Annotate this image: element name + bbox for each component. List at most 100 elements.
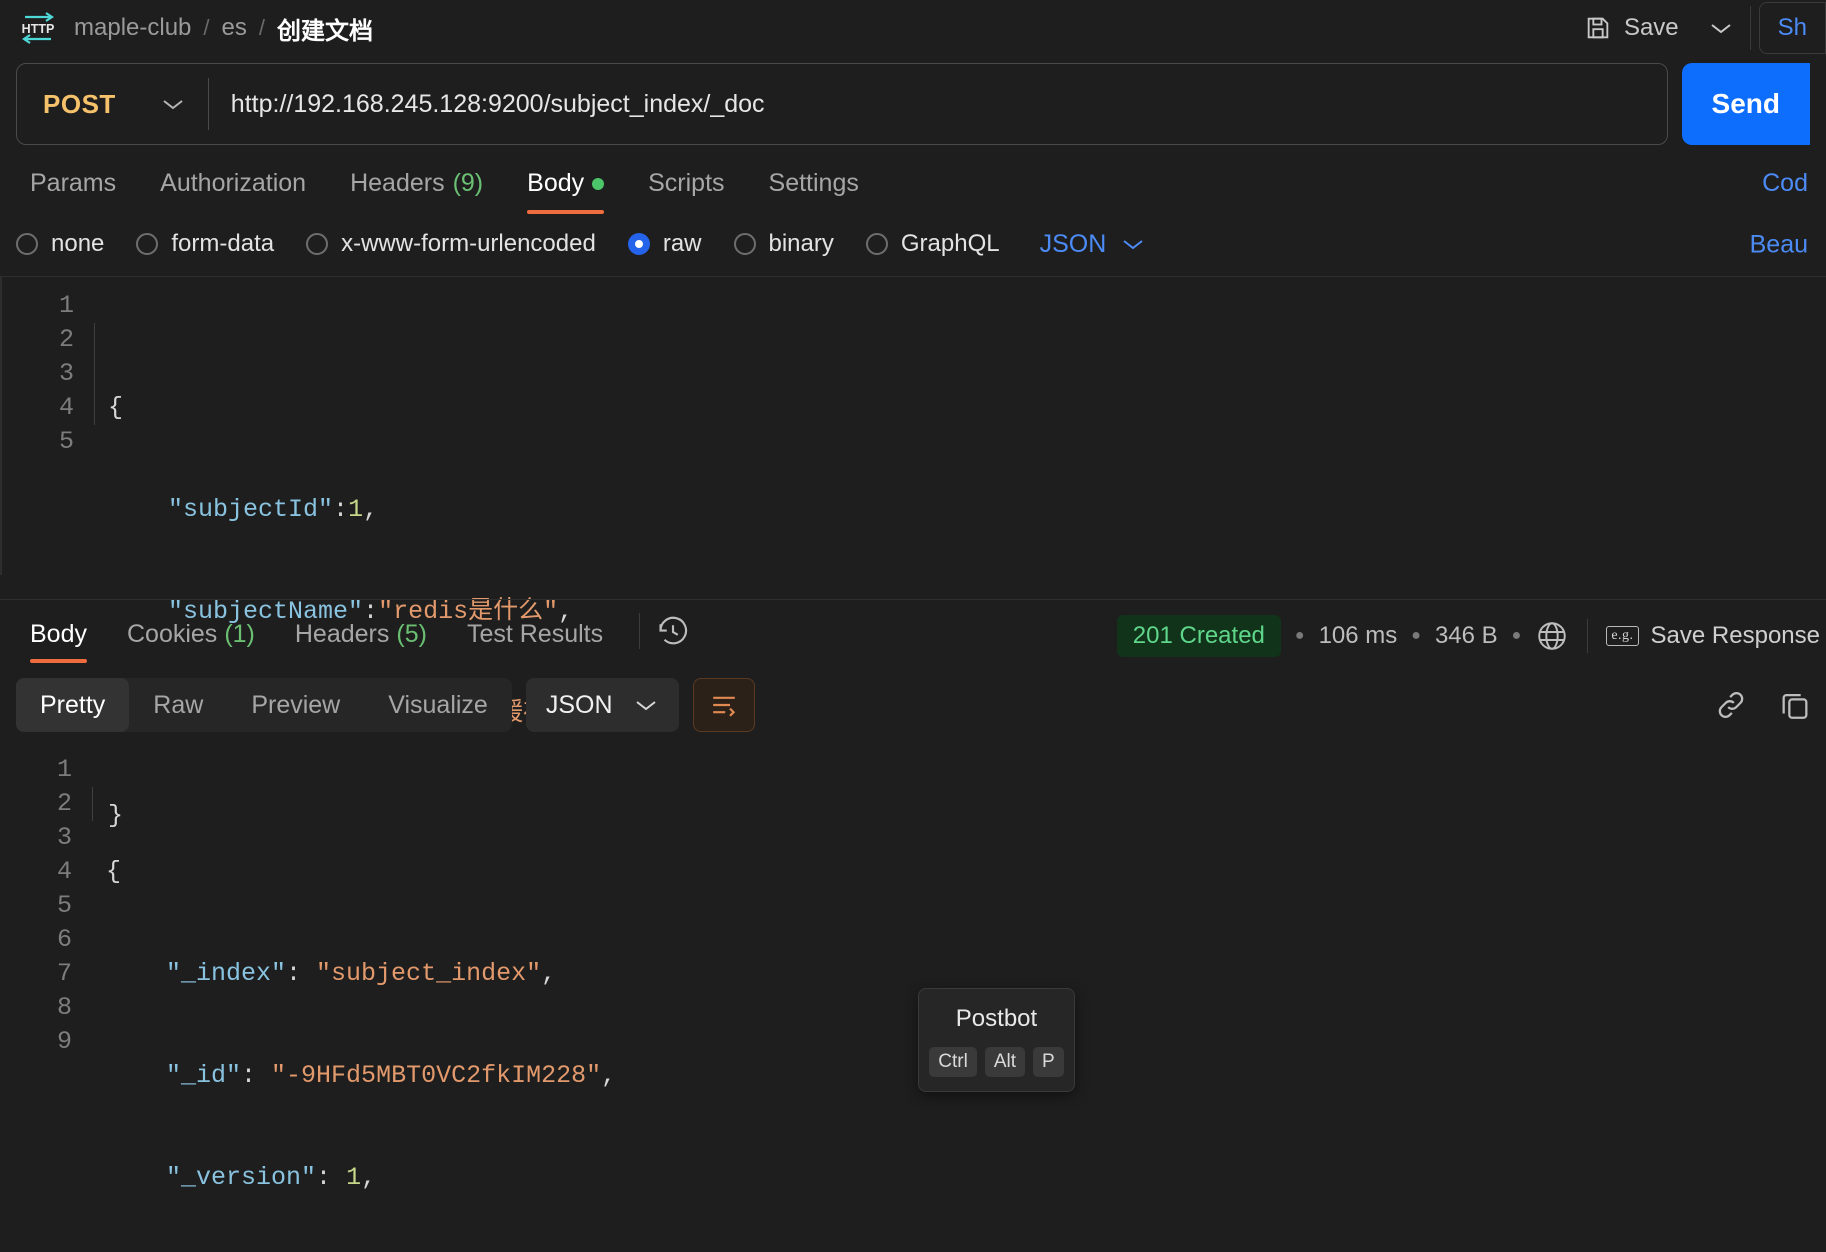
line-number: 5 [58, 427, 74, 456]
title-bar-actions: Save Sh [1570, 0, 1826, 56]
breadcrumb-collection[interactable]: es [222, 14, 247, 42]
breadcrumb-workspace[interactable]: maple-club [74, 14, 191, 42]
code-line: { [106, 857, 122, 886]
chevron-down-icon [633, 697, 659, 713]
view-mode-visualize-label: Visualize [388, 690, 488, 719]
breadcrumb: maple-club / es / 创建文档 [74, 11, 373, 46]
send-button[interactable]: Send [1681, 63, 1810, 145]
response-meta: 201 Created ● 106 ms ● 346 B ● e.g. Save… [1116, 615, 1826, 657]
postbot-tooltip[interactable]: Postbot Ctrl Alt P [918, 988, 1075, 1092]
response-view-modes: Pretty Raw Preview Visualize [16, 678, 512, 732]
response-tab-headers-label: Headers [294, 619, 390, 648]
copy-link-icon[interactable] [1714, 688, 1748, 722]
radio-icon [136, 233, 159, 255]
code-line: "subjectId":1, [108, 495, 379, 524]
method-selector[interactable]: POST [17, 64, 208, 144]
body-type-form-data[interactable]: form-data [136, 230, 274, 258]
url-input[interactable]: http://192.168.245.128:9200/subject_inde… [209, 90, 1667, 119]
body-type-raw[interactable]: raw [627, 230, 702, 258]
example-eg-icon: e.g. [1606, 626, 1639, 646]
shortcut-key-p: P [1033, 1047, 1064, 1077]
request-tabs: Params Authorization Headers (9) Body Sc… [0, 152, 1826, 214]
body-type-form-data-label: form-data [171, 230, 275, 257]
request-body-editor[interactable]: 1 2 3 4 5 { "subjectId":1, "subjectName"… [0, 277, 1826, 830]
save-button[interactable]: Save [1570, 6, 1693, 50]
response-tab-test-results[interactable]: Test Results [447, 607, 623, 663]
response-line-numbers: 1 2 3 4 5 6 7 8 9 [0, 753, 92, 1073]
body-type-binary[interactable]: binary [733, 230, 834, 258]
title-bar: HTTP maple-club / es / 创建文档 Save Sh [0, 0, 1826, 56]
fold-guide [92, 787, 93, 821]
response-language-dropdown[interactable]: JSON [525, 678, 679, 732]
response-tab-cookies[interactable]: Cookies (1) [107, 607, 275, 663]
response-tabs-divider [639, 612, 641, 649]
response-tab-cookies-count: (1) [224, 619, 255, 648]
response-view-bar: Pretty Raw Preview Visualize JSON [0, 669, 1826, 743]
line-number: 5 [56, 891, 72, 920]
status-badge: 201 Created [1116, 615, 1281, 657]
view-mode-visualize[interactable]: Visualize [364, 678, 512, 732]
body-type-graphql-label: GraphQL [900, 230, 1000, 257]
line-number: 3 [56, 823, 72, 852]
response-body-editor[interactable]: 1 2 3 4 5 6 7 8 9 { "_index": "subject_i… [0, 743, 1826, 1192]
body-type-urlencoded[interactable]: x-www-form-urlencoded [306, 230, 596, 258]
radio-icon [733, 233, 756, 255]
code-line: "_index": "subject_index", [106, 959, 557, 988]
breadcrumb-separator-1: / [203, 15, 210, 40]
view-mode-pretty[interactable]: Pretty [16, 678, 130, 732]
share-button-label: Sh [1777, 14, 1807, 41]
save-options-dropdown[interactable] [1693, 6, 1751, 50]
svg-text:HTTP: HTTP [22, 22, 55, 36]
line-number: 8 [56, 993, 72, 1022]
breadcrumb-request-name[interactable]: 创建文档 [277, 11, 373, 46]
tab-headers-label: Headers [350, 169, 445, 197]
tab-headers[interactable]: Headers (9) [328, 169, 505, 214]
shortcut-key-ctrl: Ctrl [929, 1047, 977, 1077]
response-tab-body-label: Body [30, 619, 87, 648]
wrap-lines-icon [709, 693, 739, 717]
line-number: 1 [58, 291, 74, 320]
line-number: 6 [56, 925, 72, 954]
response-history-icon[interactable] [656, 615, 690, 649]
response-language-label: JSON [545, 690, 613, 719]
method-label: POST [43, 88, 116, 119]
request-code-lines[interactable]: { "subjectId":1, "subjectName":"redis是什么… [94, 289, 1826, 830]
code-snippet-link[interactable]: Cod [1762, 169, 1808, 198]
view-mode-raw[interactable]: Raw [129, 678, 227, 732]
breadcrumb-separator-2: / [258, 15, 265, 40]
line-number: 9 [56, 1027, 72, 1056]
copy-to-clipboard-icon[interactable] [1778, 688, 1812, 722]
line-number: 2 [56, 789, 72, 818]
response-view-actions [1714, 688, 1812, 722]
chevron-down-icon [160, 96, 186, 112]
tab-authorization[interactable]: Authorization [138, 169, 328, 214]
body-type-urlencoded-label: x-www-form-urlencoded [341, 230, 596, 257]
http-request-icon: HTTP [18, 8, 60, 48]
meta-dot-icon: ● [1511, 627, 1522, 644]
body-language-label: JSON [1039, 229, 1107, 258]
body-type-raw-label: raw [662, 230, 702, 257]
tab-settings[interactable]: Settings [747, 169, 881, 214]
view-mode-preview[interactable]: Preview [227, 678, 364, 732]
body-language-dropdown[interactable]: JSON [1040, 230, 1147, 259]
tab-scripts[interactable]: Scripts [626, 169, 746, 214]
save-response-button[interactable]: e.g. Save Response [1606, 622, 1826, 650]
view-mode-preview-label: Preview [251, 690, 341, 719]
tab-params-label: Params [30, 169, 117, 197]
tab-params[interactable]: Params [16, 169, 138, 214]
response-tab-headers[interactable]: Headers (5) [275, 607, 447, 663]
beautify-button[interactable]: Beau [1750, 231, 1808, 260]
radio-selected-icon [627, 233, 650, 255]
fold-guide [94, 323, 95, 425]
body-type-graphql[interactable]: GraphQL [865, 230, 1000, 258]
response-tab-body[interactable]: Body [16, 607, 107, 663]
body-type-none[interactable]: none [16, 230, 104, 258]
wrap-lines-toggle[interactable] [692, 678, 755, 732]
share-button[interactable]: Sh [1758, 2, 1826, 54]
line-number: 4 [56, 857, 72, 886]
request-line-numbers: 1 2 3 4 5 [2, 289, 94, 575]
postman-window: HTTP maple-club / es / 创建文档 Save Sh POST… [0, 0, 1826, 1252]
network-globe-icon[interactable] [1535, 619, 1569, 653]
tab-body[interactable]: Body [505, 169, 626, 214]
body-type-binary-label: binary [768, 230, 834, 257]
